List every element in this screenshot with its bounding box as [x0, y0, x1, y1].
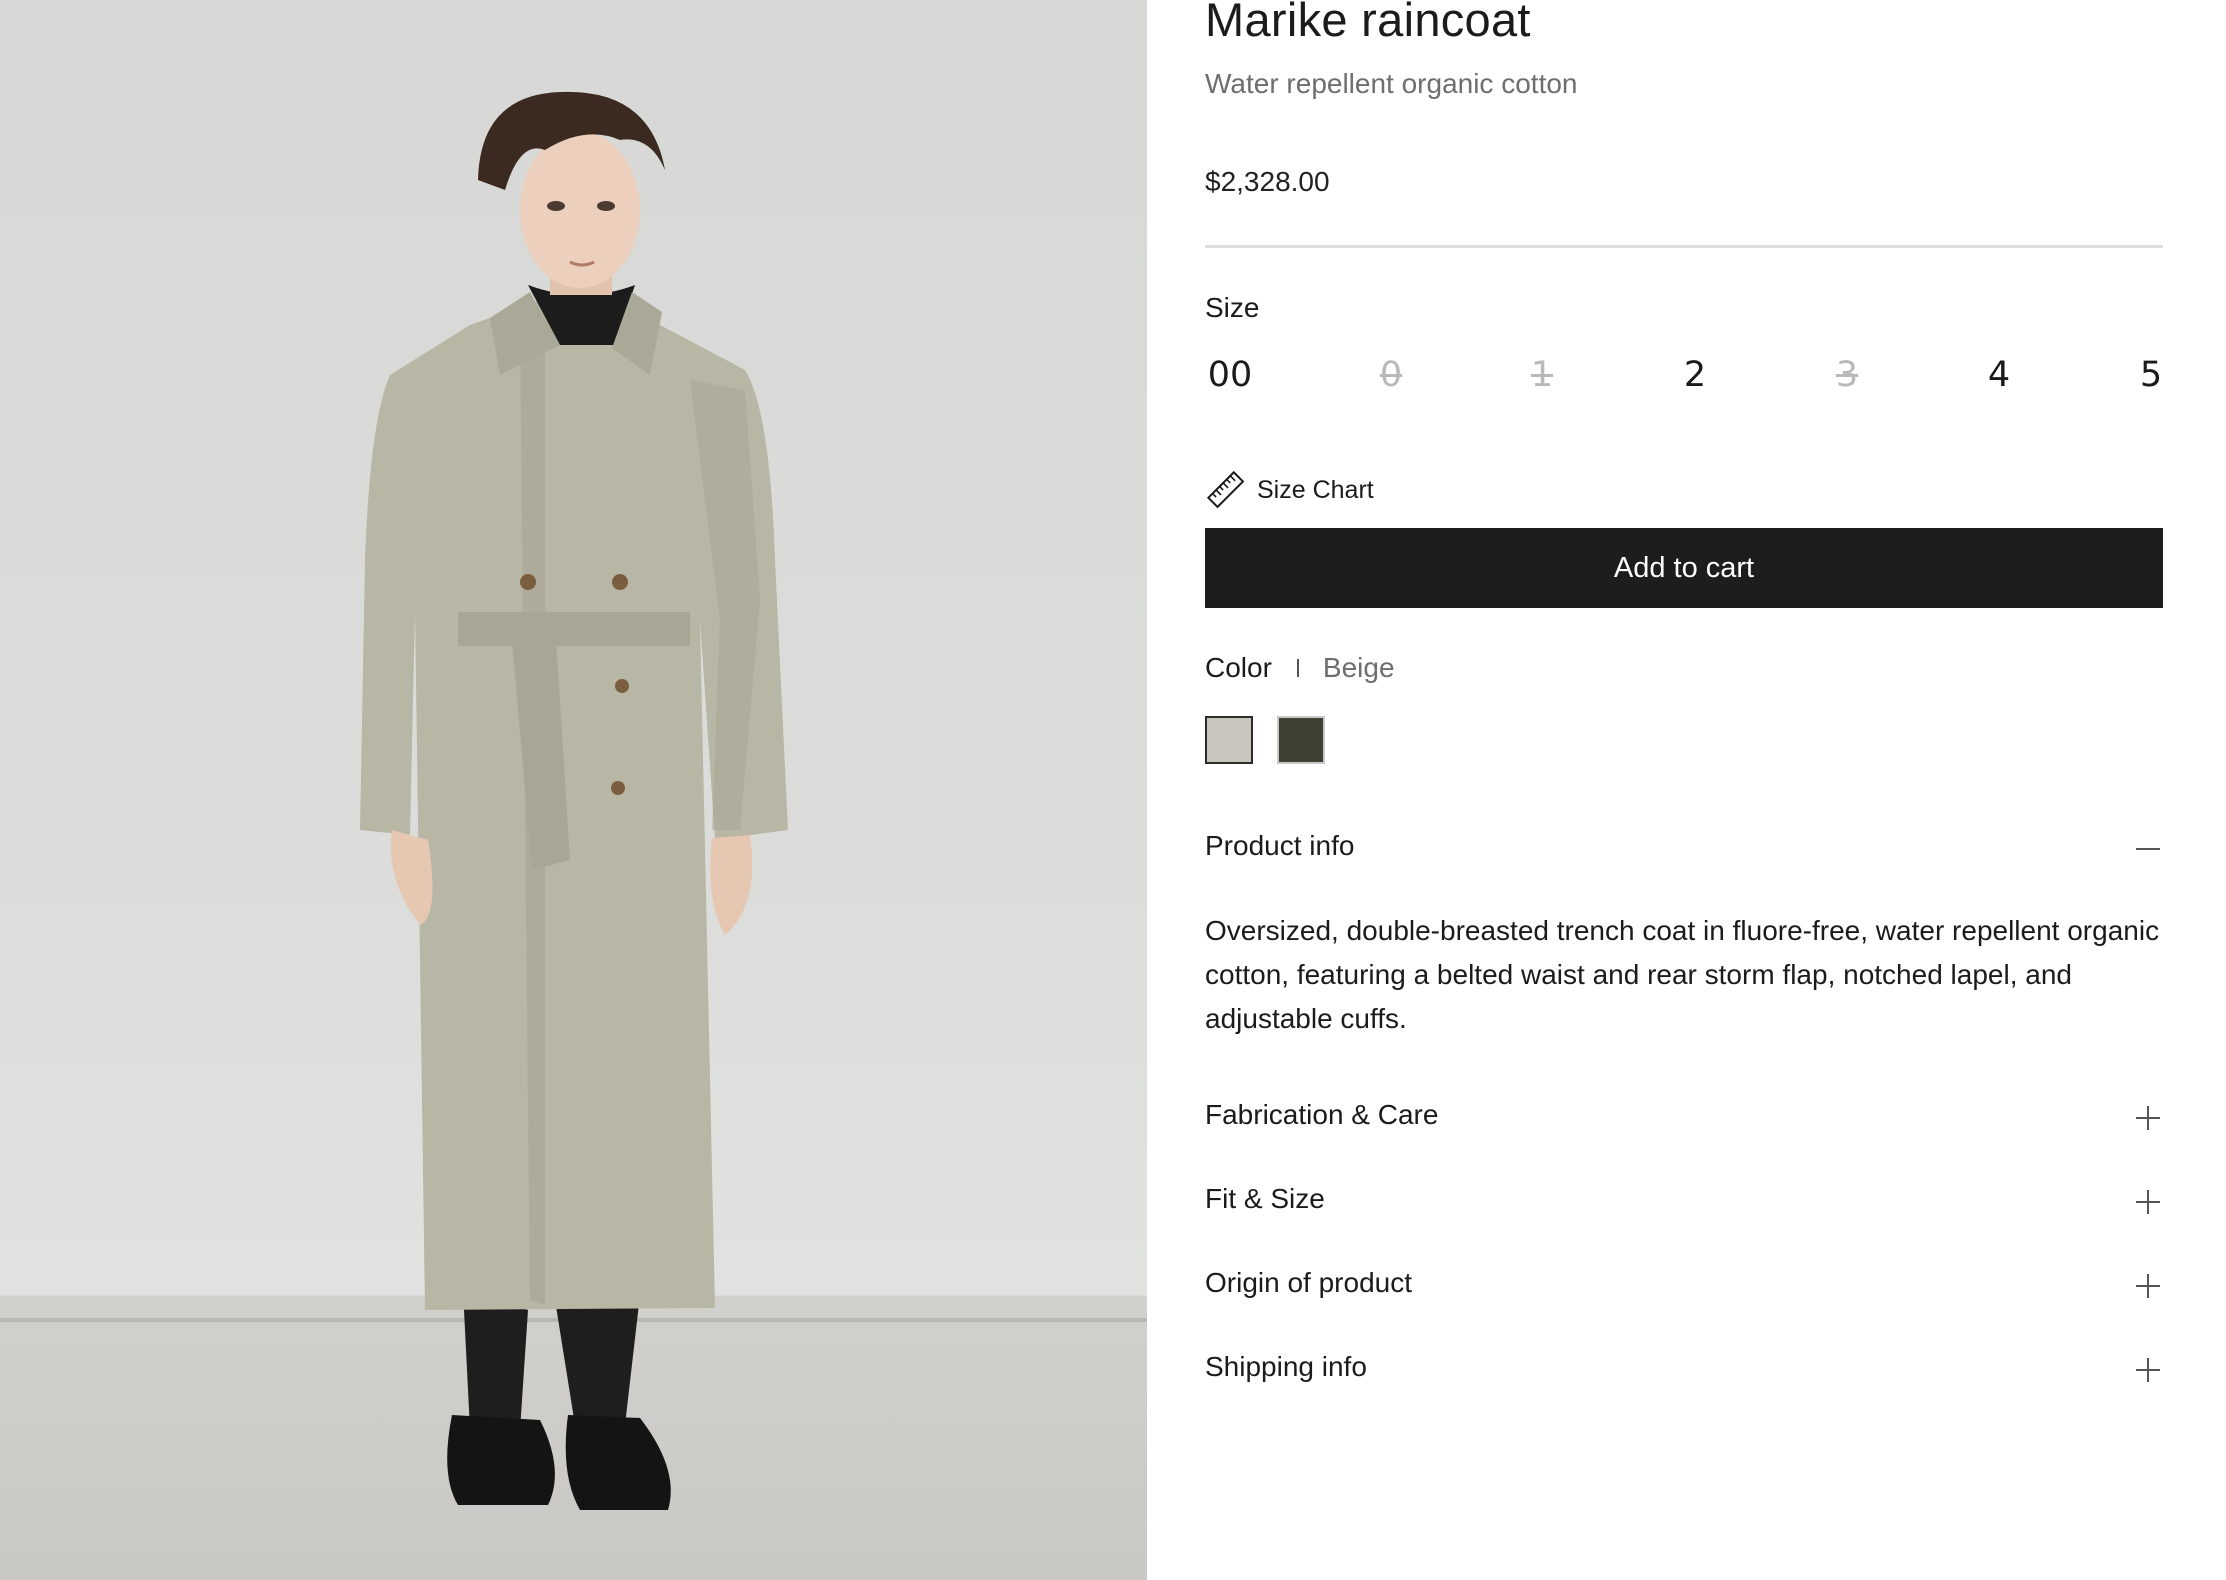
accordion-fabrication-label: Fabrication & Care [1205, 1099, 1439, 1130]
product-price: $2,328.00 [1205, 166, 1330, 197]
divider [1205, 245, 2163, 248]
ruler-icon [1206, 470, 1245, 509]
product-photo[interactable] [0, 0, 1147, 1580]
product-description: Oversized, double-breasted trench coat i… [1205, 915, 2160, 1034]
color-swatch-olive[interactable] [1277, 716, 1325, 764]
accordion-product-info-label: Product info [1205, 830, 1355, 861]
color-label: Color [1205, 652, 1272, 683]
size-option-0[interactable]: 0 [1356, 355, 1426, 395]
size-option-2[interactable]: 2 [1660, 355, 1730, 395]
accordion-origin[interactable]: Origin of product [1205, 1267, 2163, 1313]
minus-icon [2136, 848, 2160, 850]
size-chart-link[interactable]: Size Chart [1205, 470, 1374, 510]
size-label: Size [1205, 292, 1260, 323]
color-separator [1296, 659, 1299, 677]
product-subtitle: Water repellent organic cotton [1205, 68, 1578, 99]
accordion-shipping[interactable]: Shipping info [1205, 1351, 2163, 1397]
size-option-00[interactable]: 00 [1195, 355, 1265, 395]
accordion-product-info[interactable]: Product info [1205, 830, 2163, 876]
product-detail-panel: Marike raincoat Water repellent organic … [1205, 0, 2163, 1580]
color-selected-value: Beige [1322, 652, 1395, 683]
color-swatch-beige[interactable] [1205, 716, 1253, 764]
plus-icon [2136, 1190, 2160, 1214]
product-title: Marike raincoat [1205, 0, 1531, 46]
size-selector: 00 0 1 2 3 4 5 [1205, 355, 2163, 405]
plus-icon [2136, 1274, 2160, 1298]
accordion-fit-label: Fit & Size [1205, 1183, 1325, 1214]
size-option-3[interactable]: 3 [1812, 355, 1882, 395]
plus-icon [2136, 1358, 2160, 1382]
accordion-fit-size[interactable]: Fit & Size [1205, 1183, 2163, 1229]
accordion-origin-label: Origin of product [1205, 1267, 1412, 1298]
accordion-fabrication-care[interactable]: Fabrication & Care [1205, 1099, 2163, 1145]
color-row: Color Beige [1205, 652, 1395, 684]
size-chart-label: Size Chart [1257, 475, 1374, 504]
model-in-raincoat-illustration [0, 91, 1147, 1510]
add-to-cart-button[interactable]: Add to cart [1205, 528, 2163, 608]
size-option-4[interactable]: 4 [1964, 355, 2034, 395]
size-option-1[interactable]: 1 [1507, 355, 1577, 395]
size-option-5[interactable]: 5 [2116, 355, 2186, 395]
accordion-shipping-label: Shipping info [1205, 1351, 1367, 1382]
plus-icon [2136, 1106, 2160, 1130]
